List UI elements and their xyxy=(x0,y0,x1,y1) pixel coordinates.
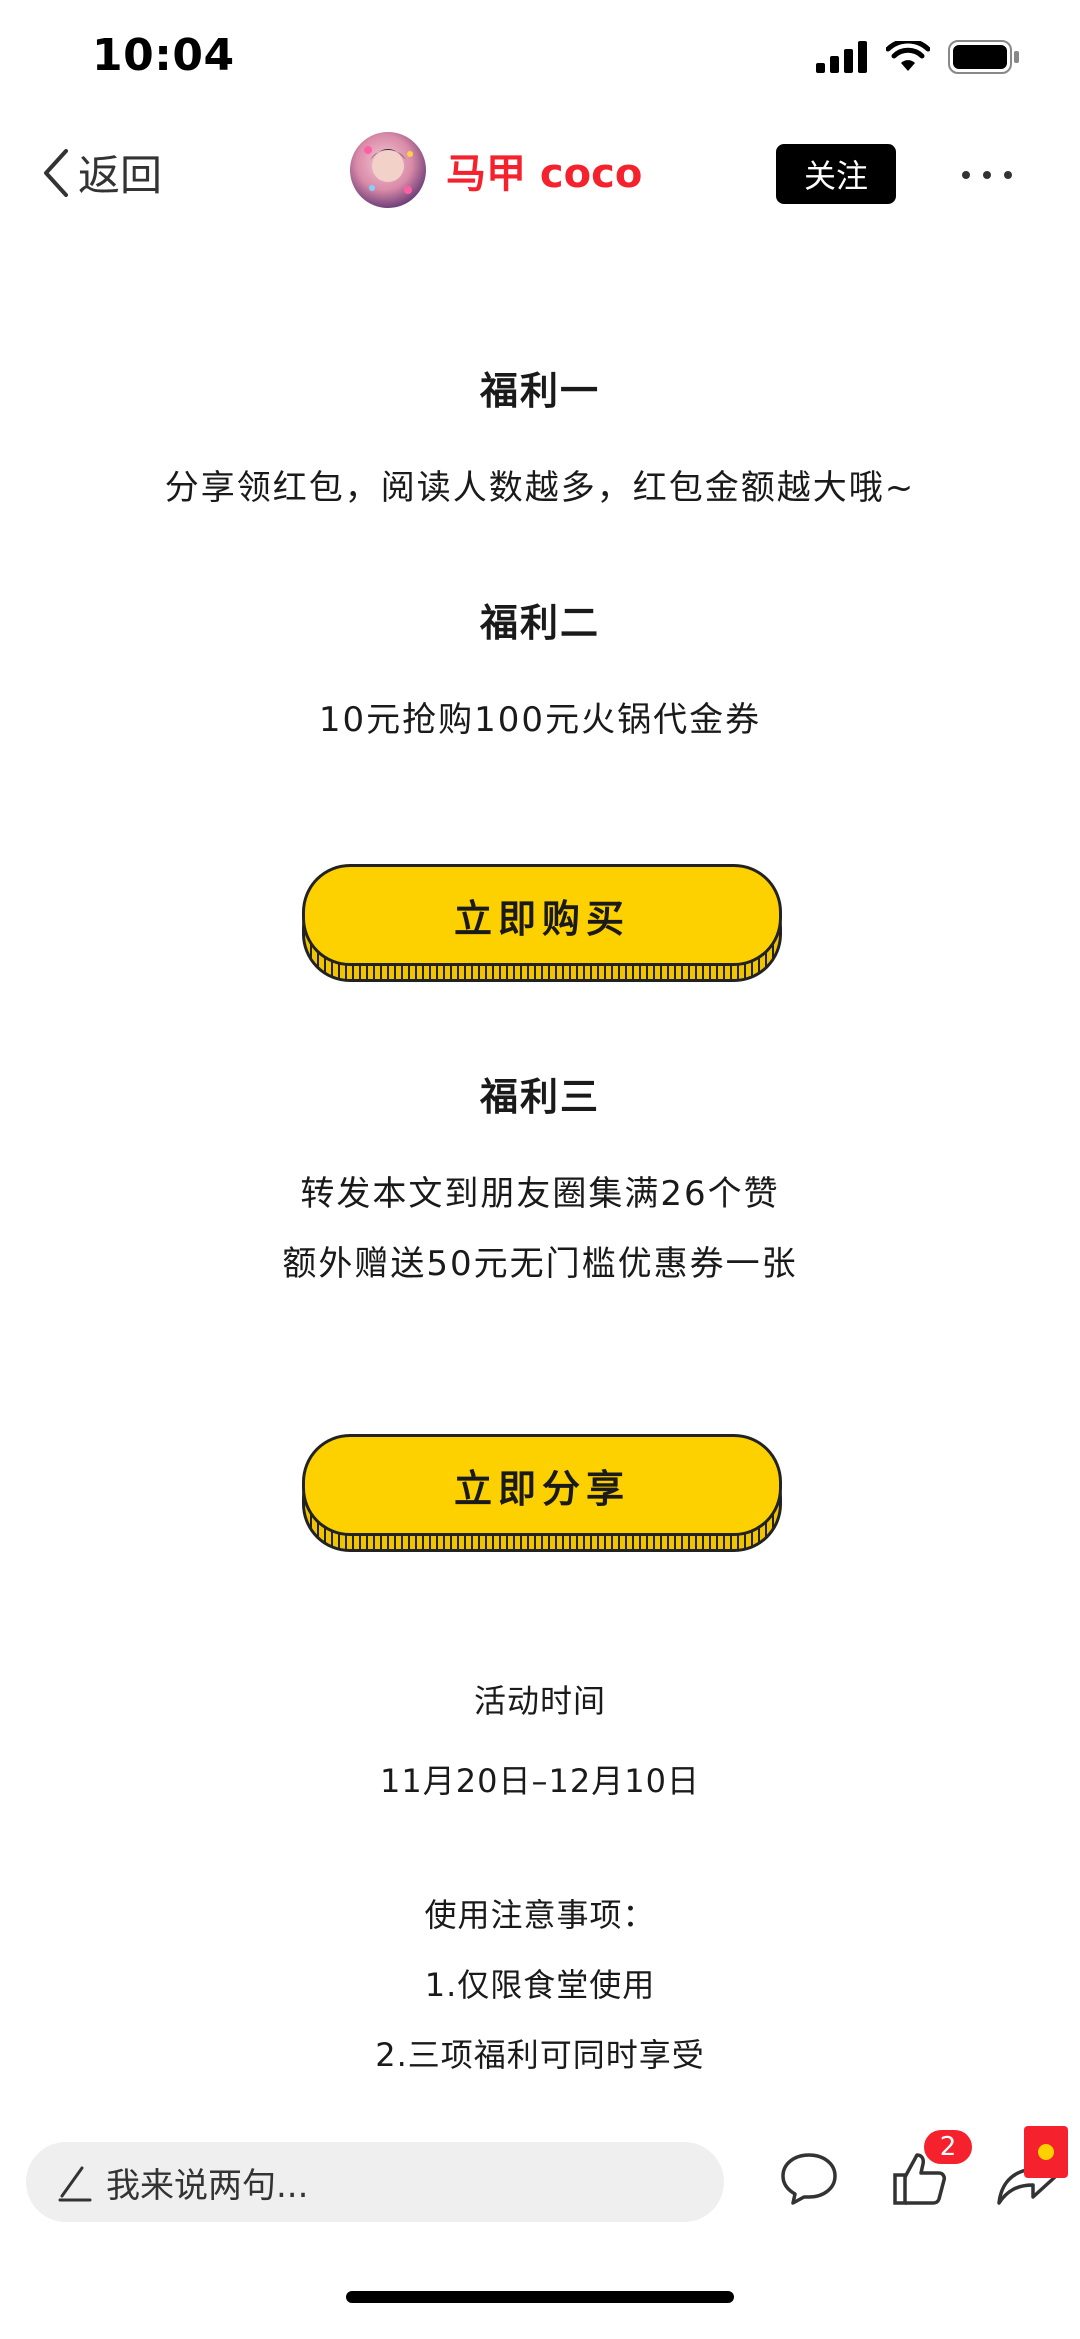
back-chevron-icon xyxy=(44,148,68,197)
buy-button-label: 立即购买 xyxy=(302,864,782,966)
benefit3-line2: 额外赠送50元无门槛优惠券一张 xyxy=(282,1244,798,1284)
benefit1-text: 分享领红包，阅读人数越多，红包金额越大哦~ xyxy=(164,468,916,508)
wifi-icon xyxy=(886,41,930,71)
like-count-badge: 2 xyxy=(924,2130,972,2164)
back-label: 返回 xyxy=(78,151,163,200)
comment-input[interactable]: 我来说两句... xyxy=(26,2142,724,2222)
avatar[interactable] xyxy=(350,132,426,208)
pencil-icon xyxy=(58,2166,92,2202)
more-icon[interactable] xyxy=(962,160,1012,190)
more-dot xyxy=(1004,171,1012,179)
more-dot xyxy=(962,171,970,179)
more-dot xyxy=(983,171,991,179)
buy-now-button[interactable]: 立即购买 xyxy=(302,864,782,982)
author-info[interactable]: 马甲 coco xyxy=(350,132,642,208)
nav-bar: 返回 马甲 coco 关注 xyxy=(0,120,1080,230)
status-icons xyxy=(816,40,1020,74)
activity-label: 活动时间 xyxy=(473,1682,606,1720)
benefit1-title: 福利一 xyxy=(479,369,600,413)
status-time: 10:04 xyxy=(92,30,235,81)
benefit3-line1: 转发本文到朋友圈集满26个赞 xyxy=(300,1174,780,1214)
benefit2-title: 福利二 xyxy=(479,601,600,645)
comment-icon[interactable] xyxy=(774,2144,844,2214)
comment-placeholder: 我来说两句... xyxy=(106,2165,309,2206)
red-packet-coin xyxy=(1038,2144,1054,2160)
author-name[interactable]: 马甲 coco xyxy=(446,141,642,199)
red-packet-icon[interactable] xyxy=(1024,2126,1068,2178)
activity-dates: 11月20日–12月10日 xyxy=(380,1762,700,1800)
battery-icon xyxy=(948,40,1019,74)
back-button[interactable]: 返回 xyxy=(40,142,162,203)
status-bar: 10:04 xyxy=(0,0,1080,120)
benefit3-title: 福利三 xyxy=(479,1075,600,1119)
signal-icon xyxy=(816,41,867,73)
share-button-label: 立即分享 xyxy=(302,1434,782,1536)
notes-title: 使用注意事项： xyxy=(424,1896,656,1934)
benefit2-text: 10元抢购100元火锅代金券 xyxy=(318,700,762,740)
note-item: 1.仅限食堂使用 xyxy=(424,1966,656,2004)
home-indicator xyxy=(346,2291,734,2303)
avatar-image xyxy=(364,146,413,194)
share-now-button[interactable]: 立即分享 xyxy=(302,1434,782,1552)
note-item: 2.三项福利可同时享受 xyxy=(375,2036,705,2074)
follow-button[interactable]: 关注 xyxy=(776,144,896,204)
bottom-bar: 我来说两句... 2 xyxy=(0,2126,1080,2250)
